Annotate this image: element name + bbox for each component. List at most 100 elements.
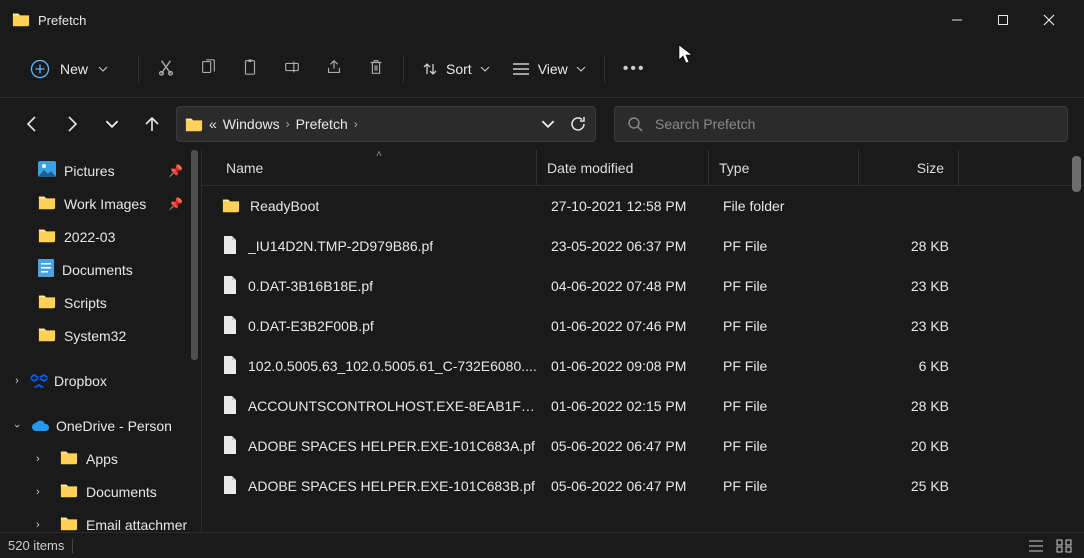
window-controls bbox=[934, 2, 1072, 38]
table-row[interactable]: 102.0.5005.63_102.0.5005.61_C-732E6080..… bbox=[202, 346, 1084, 386]
breadcrumb-prefetch[interactable]: Prefetch bbox=[296, 116, 348, 132]
sidebar-item-label: Documents bbox=[62, 262, 133, 278]
file-type: File folder bbox=[713, 198, 863, 214]
table-row[interactable]: _IU14D2N.TMP-2D979B86.pf 23-05-2022 06:37… bbox=[202, 226, 1084, 266]
table-row[interactable]: ReadyBoot27-10-2021 12:58 PMFile folder bbox=[202, 186, 1084, 226]
column-name[interactable]: Name ˄ bbox=[222, 150, 537, 185]
recent-button[interactable] bbox=[96, 108, 128, 140]
sort-label: Sort bbox=[446, 61, 472, 77]
sidebar-item-label: Scripts bbox=[64, 295, 107, 311]
chevron-down-icon[interactable] bbox=[541, 117, 555, 131]
chevron-right-icon: › bbox=[286, 117, 290, 131]
table-row[interactable]: 0.DAT-E3B2F00B.pf 01-06-2022 07:46 PMPF F… bbox=[202, 306, 1084, 346]
file-size: 23 KB bbox=[863, 278, 963, 294]
table-row[interactable]: ADOBE SPACES HELPER.EXE-101C683A.pf05-06… bbox=[202, 426, 1084, 466]
file-icon bbox=[222, 236, 238, 257]
close-button[interactable] bbox=[1026, 2, 1072, 38]
file-type: PF File bbox=[713, 358, 863, 374]
table-row[interactable]: ADOBE SPACES HELPER.EXE-101C683B.pf05-06… bbox=[202, 466, 1084, 506]
status-bar: 520 items bbox=[0, 532, 1084, 558]
sidebar-item-label: Pictures bbox=[64, 163, 115, 179]
list-icon bbox=[512, 62, 530, 76]
minimize-button[interactable] bbox=[934, 2, 980, 38]
sidebar-item-label: Apps bbox=[86, 451, 118, 467]
cut-button[interactable] bbox=[157, 58, 175, 79]
scrollbar[interactable] bbox=[191, 150, 198, 360]
file-size: 25 KB bbox=[863, 478, 963, 494]
file-size: 28 KB bbox=[863, 238, 963, 254]
file-name: 0.DAT-E3B2F00B.pf bbox=[248, 318, 374, 334]
chevron-right-icon: › bbox=[354, 117, 358, 131]
file-date: 01-06-2022 07:46 PM bbox=[541, 318, 713, 334]
search-input[interactable]: Search Prefetch bbox=[614, 106, 1068, 142]
sidebar-item[interactable]: Pictures 📌 bbox=[0, 154, 201, 187]
sidebar-item[interactable]: System32 bbox=[0, 319, 201, 352]
file-date: 04-06-2022 07:48 PM bbox=[541, 278, 713, 294]
back-button[interactable] bbox=[16, 108, 48, 140]
file-name: ReadyBoot bbox=[250, 198, 319, 214]
paste-button[interactable] bbox=[241, 58, 259, 79]
search-placeholder: Search Prefetch bbox=[655, 116, 755, 132]
file-type: PF File bbox=[713, 478, 863, 494]
address-bar[interactable]: « Windows › Prefetch › bbox=[176, 106, 596, 142]
thumbnails-view-toggle[interactable] bbox=[1052, 536, 1076, 556]
sidebar-item-label: Email attachmer bbox=[86, 517, 187, 533]
more-button[interactable]: ••• bbox=[623, 60, 646, 78]
new-button-label: New bbox=[60, 61, 88, 77]
file-icon bbox=[222, 396, 238, 417]
file-type: PF File bbox=[713, 318, 863, 334]
details-view-toggle[interactable] bbox=[1024, 536, 1048, 556]
sidebar-item[interactable]: Work Images📌 bbox=[0, 187, 201, 220]
sidebar-item[interactable]: › Email attachmer bbox=[0, 508, 201, 532]
folder-icon bbox=[222, 197, 240, 216]
new-button[interactable]: New bbox=[18, 53, 120, 85]
delete-button[interactable] bbox=[367, 58, 385, 79]
file-date: 23-05-2022 06:37 PM bbox=[541, 238, 713, 254]
pin-icon: 📌 bbox=[168, 197, 183, 211]
sidebar: Pictures📌Work Images📌2022-03DocumentsScr… bbox=[0, 150, 202, 532]
item-count: 520 items bbox=[8, 538, 64, 553]
column-date[interactable]: Date modified bbox=[537, 150, 709, 185]
sort-ascending-icon: ˄ bbox=[376, 150, 382, 160]
column-type[interactable]: Type bbox=[709, 150, 859, 185]
breadcrumb-windows[interactable]: Windows bbox=[223, 116, 280, 132]
pin-icon: 📌 bbox=[168, 164, 183, 178]
copy-button[interactable] bbox=[199, 58, 217, 79]
file-name: _IU14D2N.TMP-2D979B86.pf bbox=[248, 238, 433, 254]
share-button[interactable] bbox=[325, 58, 343, 79]
sidebar-item-label: Documents bbox=[86, 484, 157, 500]
file-icon bbox=[222, 276, 238, 297]
folder-icon bbox=[38, 293, 56, 312]
view-button[interactable]: View bbox=[512, 61, 586, 77]
sidebar-dropbox[interactable]: › Dropbox bbox=[0, 364, 201, 397]
chevron-down-icon bbox=[480, 64, 490, 74]
file-date: 01-06-2022 02:15 PM bbox=[541, 398, 713, 414]
chevron-down-icon bbox=[98, 64, 108, 74]
sidebar-item[interactable]: › Documents bbox=[0, 475, 201, 508]
folder-icon bbox=[38, 227, 56, 246]
sidebar-item[interactable]: Documents bbox=[0, 253, 201, 286]
sidebar-item[interactable]: 2022-03 bbox=[0, 220, 201, 253]
sort-button[interactable]: Sort bbox=[422, 61, 490, 77]
table-row[interactable]: 0.DAT-3B16B18E.pf04-06-2022 07:48 PMPF F… bbox=[202, 266, 1084, 306]
content-pane: Name ˄ Date modified Type Size ReadyBoot… bbox=[202, 150, 1084, 532]
sort-icon bbox=[422, 61, 438, 77]
sidebar-item[interactable]: ›Apps bbox=[0, 442, 201, 475]
column-size[interactable]: Size bbox=[859, 150, 959, 185]
chevron-right-icon: › bbox=[36, 519, 40, 531]
forward-button[interactable] bbox=[56, 108, 88, 140]
scrollbar[interactable] bbox=[1072, 156, 1081, 192]
sidebar-item[interactable]: Scripts bbox=[0, 286, 201, 319]
sidebar-onedrive[interactable]: › OneDrive - Person bbox=[0, 409, 201, 442]
refresh-icon[interactable] bbox=[569, 115, 587, 133]
up-button[interactable] bbox=[136, 108, 168, 140]
search-icon bbox=[627, 116, 643, 132]
breadcrumb-overflow[interactable]: « bbox=[209, 116, 217, 132]
maximize-button[interactable] bbox=[980, 2, 1026, 38]
table-row[interactable]: ACCOUNTSCONTROLHOST.EXE-8EAB1F0....01-06… bbox=[202, 386, 1084, 426]
rename-button[interactable] bbox=[283, 58, 301, 79]
folder-icon bbox=[60, 449, 78, 468]
chevron-right-icon: › bbox=[36, 486, 40, 498]
sidebar-item-label: OneDrive - Person bbox=[56, 418, 172, 434]
folder-icon bbox=[38, 326, 56, 345]
